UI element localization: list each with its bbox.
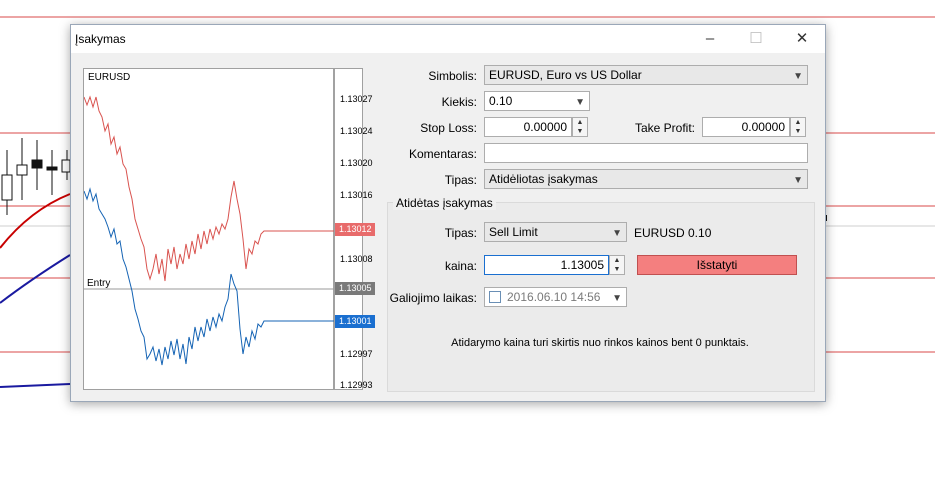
volume-value: 0.10	[489, 94, 513, 108]
chevron-down-icon: ▼	[612, 228, 622, 239]
symbol-value: EURUSD, Euro vs US Dollar	[489, 68, 642, 82]
price-spinner[interactable]: ▲ ▼	[609, 255, 625, 275]
comment-label: Komentaras:	[408, 147, 477, 161]
symbol-label: Simbolis:	[428, 69, 477, 83]
expiry-label: Galiojimo laikas:	[389, 291, 477, 305]
bid-series-line	[84, 187, 334, 366]
pending-type-label: Tipas:	[444, 226, 477, 240]
pending-type-select[interactable]: Sell Limit ▼	[484, 222, 627, 242]
chevron-down-icon: ▼	[793, 71, 803, 82]
stoploss-input[interactable]: 0.00000	[484, 117, 572, 137]
price-tick: 1.13024	[340, 126, 373, 136]
price-label: kaina:	[444, 259, 477, 273]
preview-symbol-label: EURUSD	[88, 72, 131, 83]
order-type-select[interactable]: Atidėliotas įsakymas ▼	[484, 169, 808, 189]
price-tick: 1.12993	[340, 380, 373, 390]
expiry-value: 2016.06.10 14:56	[507, 290, 601, 304]
minimize-button[interactable]: –	[687, 25, 733, 53]
volume-label: Kiekis:	[441, 95, 477, 109]
order-type-label: Tipas:	[444, 173, 477, 187]
entry-price-tag: 1.13005	[335, 282, 375, 295]
pending-type-value: Sell Limit	[489, 225, 538, 239]
ask-series-line	[84, 95, 334, 282]
volume-select[interactable]: 0.10 ▼	[484, 91, 590, 111]
bid-price-tag: 1.13001	[335, 315, 375, 328]
pending-group-title: Atidėtas įsakymas	[393, 196, 496, 210]
chevron-down-icon: ▼	[606, 290, 622, 306]
maximize-button[interactable]: ☐	[733, 25, 779, 53]
price-tick: 1.13020	[340, 158, 373, 168]
comment-input[interactable]	[484, 143, 808, 163]
title-bar[interactable]: Įsakymas – ☐ ✕	[71, 25, 825, 53]
close-button[interactable]: ✕	[779, 25, 825, 53]
price-tick: 1.13008	[340, 254, 373, 264]
takeprofit-input[interactable]: 0.00000	[702, 117, 790, 137]
symbol-select[interactable]: EURUSD, Euro vs US Dollar ▼	[484, 65, 808, 85]
price-tick: 1.13027	[340, 94, 373, 104]
chevron-down-icon: ▼	[793, 175, 803, 186]
price-tick: 1.13016	[340, 190, 373, 200]
window-title: Įsakymas	[75, 32, 126, 46]
expiry-checkbox[interactable]	[489, 291, 501, 303]
place-order-button[interactable]: Išstatyti	[637, 255, 797, 275]
expiry-datetime[interactable]: 2016.06.10 14:56 ▼	[484, 287, 627, 307]
takeprofit-label: Take Profit:	[634, 121, 695, 135]
ask-price-tag: 1.13012	[335, 223, 375, 236]
price-tick: 1.12997	[340, 349, 373, 359]
stoploss-spinner[interactable]: ▲ ▼	[572, 117, 588, 137]
order-dialog: Įsakymas – ☐ ✕ EURUSD Entry 1.13027 1.13…	[70, 24, 826, 402]
order-summary: EURUSD 0.10	[634, 226, 712, 240]
takeprofit-spinner[interactable]: ▲ ▼	[790, 117, 806, 137]
entry-label: Entry	[87, 278, 111, 289]
price-distance-note: Atidarymo kaina turi skirtis nuo rinkos …	[451, 337, 749, 349]
chevron-down-icon: ▼	[575, 97, 585, 108]
stoploss-label: Stop Loss:	[420, 121, 477, 135]
order-type-value: Atidėliotas įsakymas	[489, 172, 598, 186]
price-preview-chart: EURUSD Entry 1.13027 1.13024 1.13020 1.1…	[83, 68, 375, 390]
price-input[interactable]: 1.13005	[484, 255, 609, 275]
